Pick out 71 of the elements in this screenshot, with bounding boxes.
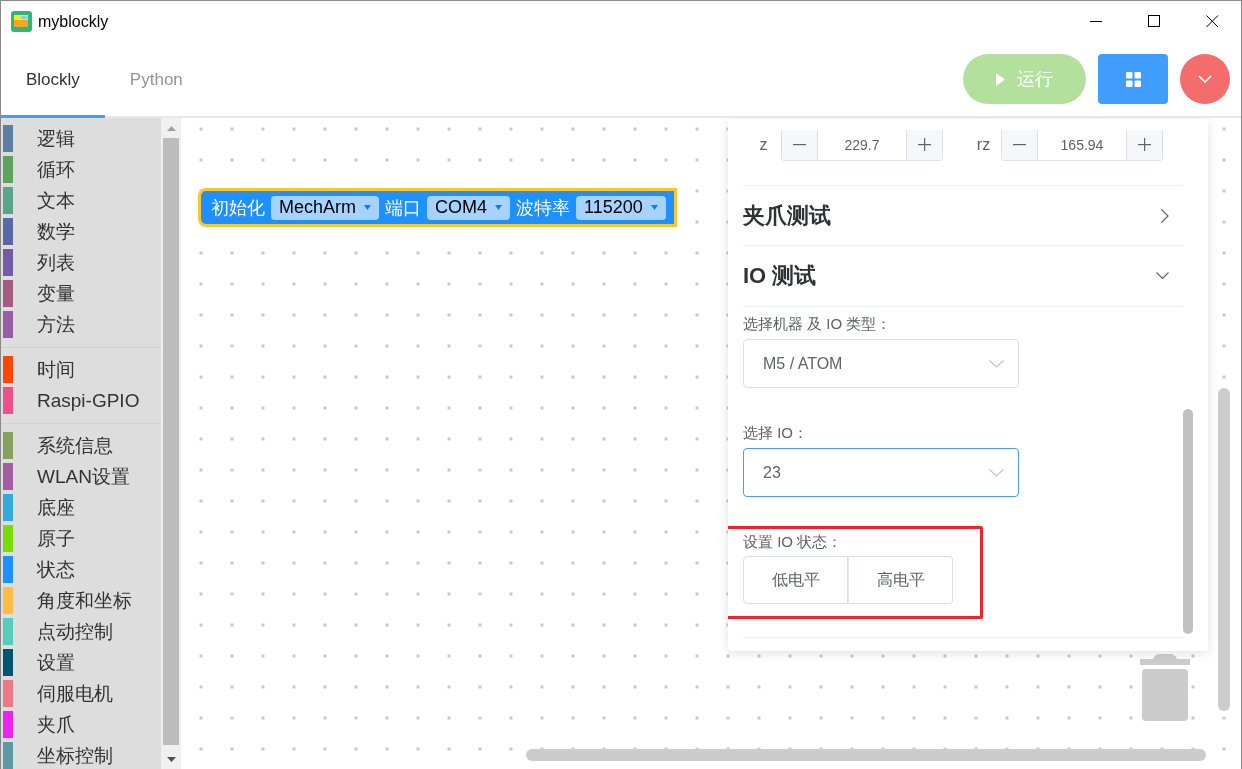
block-label: 波特率 <box>516 196 571 220</box>
category-item[interactable]: 点动控制 <box>37 618 113 645</box>
decrement-button[interactable] <box>1002 129 1038 160</box>
scrollbar[interactable] <box>1183 409 1193 634</box>
dropdown-field[interactable]: COM4 <box>427 195 511 220</box>
increment-button[interactable] <box>906 129 942 160</box>
stepper-label: rz <box>975 136 992 154</box>
scroll-up-icon[interactable] <box>166 125 176 131</box>
level-button[interactable]: 高电平 <box>848 556 953 604</box>
category-item[interactable]: 伺服电机 <box>37 680 113 707</box>
block-label: 初始化 <box>211 196 265 220</box>
category-item[interactable]: 坐标控制 <box>37 742 113 769</box>
decrement-button[interactable] <box>782 129 818 160</box>
grid-menu-button[interactable] <box>1098 54 1168 104</box>
grid-icon <box>1125 71 1141 87</box>
select-field[interactable]: M5 / ATOM <box>743 339 1019 388</box>
chevron-down-icon <box>989 468 1004 477</box>
field-label: 设置 IO 状态： <box>743 532 844 552</box>
chevron-down-icon <box>1198 75 1212 83</box>
dropdown-toggle-button[interactable] <box>1180 54 1230 104</box>
category-item[interactable]: 变量 <box>37 280 75 307</box>
stepper-value[interactable]: 229.7 <box>818 129 906 160</box>
close-icon <box>1205 15 1219 28</box>
select-field[interactable]: 23 <box>743 448 1019 497</box>
category-item[interactable]: 循环 <box>37 156 75 183</box>
section-header[interactable]: IO 测试 <box>743 246 1183 307</box>
level-button[interactable]: 低电平 <box>743 556 848 604</box>
category-item[interactable]: Raspi-GPIO <box>37 389 140 412</box>
category-item[interactable]: 方法 <box>37 311 75 338</box>
scrollbar[interactable] <box>161 118 181 769</box>
category-item[interactable]: 原子 <box>37 525 75 552</box>
field-label: 选择机器 及 IO 类型： <box>743 314 893 334</box>
category-item[interactable]: 时间 <box>37 356 75 383</box>
app-logo-icon <box>11 11 32 32</box>
scrollbar[interactable] <box>526 749 1206 761</box>
category-item[interactable]: 系统信息 <box>37 432 113 459</box>
caret-icon <box>650 205 658 210</box>
minus-icon <box>1013 143 1026 146</box>
minus-icon <box>793 143 806 146</box>
caret-icon <box>364 205 371 210</box>
category-item[interactable]: 角度和坐标 <box>37 587 132 614</box>
category-item[interactable]: 文本 <box>37 187 75 214</box>
category-item[interactable]: 列表 <box>37 249 75 276</box>
increment-button[interactable] <box>1126 129 1162 160</box>
section-header[interactable]: 夹爪测试 <box>743 185 1183 246</box>
window-title: myblockly <box>38 12 109 31</box>
category-item[interactable]: 状态 <box>37 556 75 583</box>
category-item[interactable]: 夹爪 <box>37 711 75 738</box>
chevron-down-icon <box>989 359 1004 368</box>
category-item[interactable]: 设置 <box>37 649 75 676</box>
plus-icon <box>918 138 931 151</box>
dropdown-field[interactable]: MechArm <box>271 195 379 220</box>
caret-icon <box>495 205 503 210</box>
category-item[interactable]: 数学 <box>37 218 75 245</box>
trash-can-icon[interactable] <box>1138 653 1192 721</box>
category-item[interactable]: 底座 <box>37 494 75 521</box>
category-item[interactable]: 逻辑 <box>37 125 75 152</box>
plus-icon <box>1138 138 1151 151</box>
stepper-label: z <box>758 136 769 154</box>
maximize-icon <box>1147 15 1161 28</box>
scroll-down-icon[interactable] <box>166 756 176 762</box>
stepper-value[interactable]: 165.94 <box>1038 129 1126 160</box>
play-icon <box>996 72 1005 86</box>
number-stepper[interactable]: 165.94 <box>1001 129 1163 161</box>
number-stepper[interactable]: 229.7 <box>781 129 943 161</box>
code-block[interactable]: 初始化 MechArm 端口 COM4 波特率 115200 <box>198 188 677 227</box>
field-label: 选择 IO： <box>743 423 809 443</box>
scrollbar[interactable] <box>1218 388 1230 711</box>
category-item[interactable]: WLAN设置 <box>37 463 130 490</box>
block-label: 端口 <box>385 196 421 220</box>
dropdown-field[interactable]: 115200 <box>576 195 666 220</box>
